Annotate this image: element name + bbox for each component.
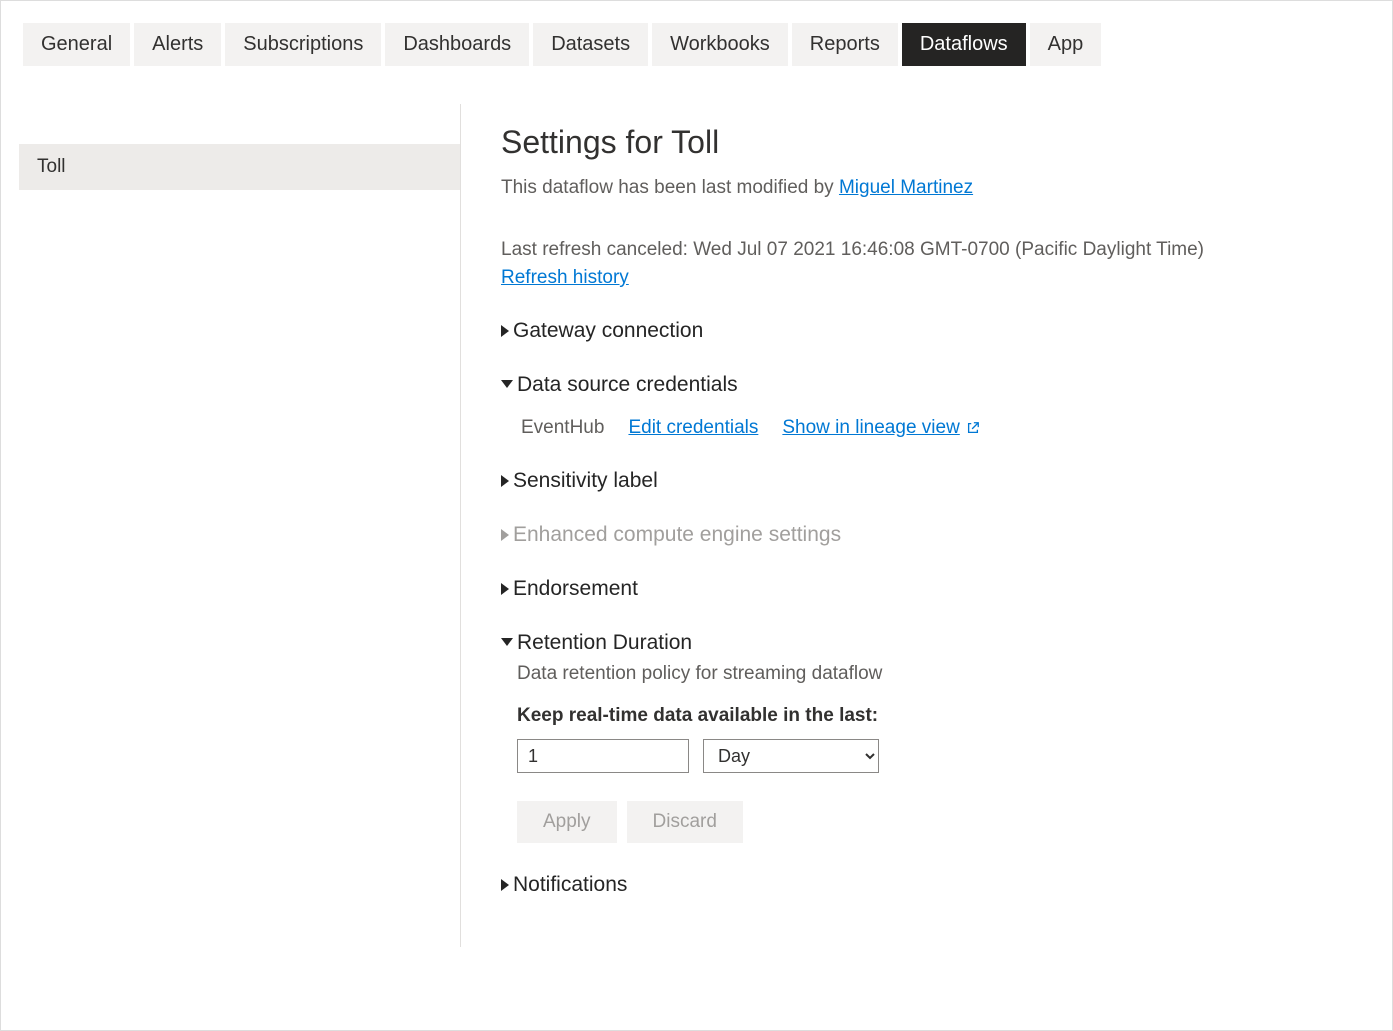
section-notifications: Notifications: [501, 873, 1352, 897]
section-sensitivity-title: Sensitivity label: [513, 469, 658, 493]
caret-right-icon: [501, 879, 509, 891]
section-compute: Enhanced compute engine settings: [501, 523, 1352, 547]
sidebar-item-toll[interactable]: Toll: [19, 144, 460, 190]
external-link-icon: [966, 421, 980, 435]
section-credentials-header[interactable]: Data source credentials: [501, 373, 1352, 397]
modified-prefix: This dataflow has been last modified by: [501, 177, 839, 198]
refresh-history-link[interactable]: Refresh history: [501, 267, 629, 289]
caret-down-icon: [501, 380, 513, 388]
section-gateway: Gateway connection: [501, 319, 1352, 343]
modified-by-line: This dataflow has been last modified by …: [501, 177, 1352, 199]
credentials-row: EventHub Edit credentials Show in lineag…: [521, 417, 1352, 439]
apply-button[interactable]: Apply: [517, 801, 617, 843]
section-retention-title: Retention Duration: [517, 631, 692, 655]
retention-unit-select[interactable]: Day: [703, 739, 879, 773]
tab-datasets[interactable]: Datasets: [533, 23, 648, 66]
section-credentials: Data source credentials EventHub Edit cr…: [501, 373, 1352, 439]
section-compute-header: Enhanced compute engine settings: [501, 523, 1352, 547]
show-lineage-label: Show in lineage view: [782, 417, 959, 439]
section-endorsement-title: Endorsement: [513, 577, 638, 601]
retention-keep-label: Keep real-time data available in the las…: [517, 705, 1352, 727]
section-endorsement-header[interactable]: Endorsement: [501, 577, 1352, 601]
section-gateway-title: Gateway connection: [513, 319, 703, 343]
caret-right-icon: [501, 583, 509, 595]
discard-button[interactable]: Discard: [627, 801, 743, 843]
section-sensitivity: Sensitivity label: [501, 469, 1352, 493]
section-credentials-title: Data source credentials: [517, 373, 738, 397]
tab-bar: General Alerts Subscriptions Dashboards …: [1, 1, 1392, 66]
retention-subtitle: Data retention policy for streaming data…: [517, 663, 1352, 685]
tab-dashboards[interactable]: Dashboards: [385, 23, 529, 66]
tab-alerts[interactable]: Alerts: [134, 23, 221, 66]
tab-subscriptions[interactable]: Subscriptions: [225, 23, 381, 66]
edit-credentials-link[interactable]: Edit credentials: [628, 417, 758, 439]
tab-general[interactable]: General: [23, 23, 130, 66]
caret-right-icon: [501, 475, 509, 487]
retention-value-input[interactable]: [517, 739, 689, 773]
section-retention: Retention Duration Data retention policy…: [501, 631, 1352, 843]
tab-app[interactable]: App: [1030, 23, 1102, 66]
show-lineage-link[interactable]: Show in lineage view: [782, 417, 979, 439]
tab-workbooks[interactable]: Workbooks: [652, 23, 788, 66]
caret-down-icon: [501, 638, 513, 646]
section-endorsement: Endorsement: [501, 577, 1352, 601]
section-sensitivity-header[interactable]: Sensitivity label: [501, 469, 1352, 493]
last-refresh-line: Last refresh canceled: Wed Jul 07 2021 1…: [501, 239, 1352, 261]
sidebar: Toll: [1, 104, 461, 947]
section-notifications-title: Notifications: [513, 873, 627, 897]
caret-right-icon: [501, 529, 509, 541]
page-title: Settings for Toll: [501, 124, 1352, 161]
section-retention-header[interactable]: Retention Duration: [501, 631, 1352, 655]
caret-right-icon: [501, 325, 509, 337]
modified-user-link[interactable]: Miguel Martinez: [839, 177, 973, 198]
tab-reports[interactable]: Reports: [792, 23, 898, 66]
tab-dataflows[interactable]: Dataflows: [902, 23, 1026, 66]
credentials-source-label: EventHub: [521, 417, 604, 439]
section-gateway-header[interactable]: Gateway connection: [501, 319, 1352, 343]
main-panel: Settings for Toll This dataflow has been…: [461, 104, 1392, 947]
section-notifications-header[interactable]: Notifications: [501, 873, 1352, 897]
section-compute-title: Enhanced compute engine settings: [513, 523, 841, 547]
